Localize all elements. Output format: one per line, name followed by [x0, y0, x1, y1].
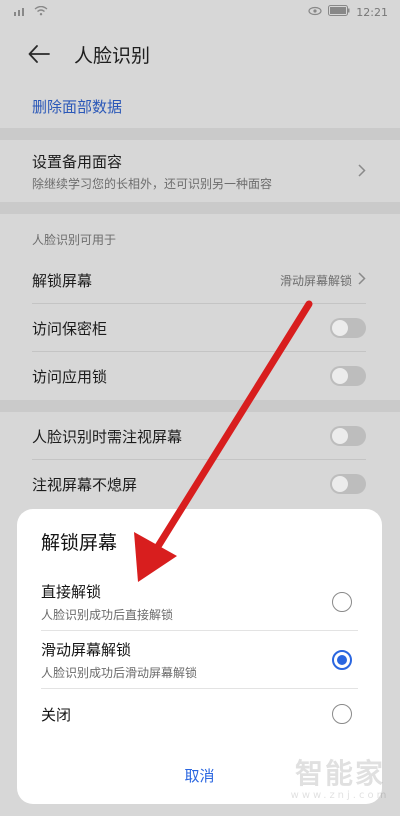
- chevron-right-icon: [358, 272, 366, 288]
- radio-button[interactable]: [332, 592, 352, 612]
- eye-comfort-icon: [308, 6, 322, 19]
- section-gap: [0, 400, 400, 412]
- watermark-url: www.znj.com: [290, 790, 390, 801]
- backup-face-item[interactable]: 设置备用面容 除继续学习您的长相外，还可识别另一种面容: [0, 140, 400, 202]
- app-bar: 人脸识别: [0, 24, 400, 84]
- unlock-screen-label: 解锁屏幕: [32, 271, 93, 290]
- option-subtitle: 人脸识别成功后滑动屏幕解锁: [41, 666, 198, 680]
- watermark-logo-text: 智能家: [294, 757, 385, 790]
- keep-screen-on-toggle[interactable]: [330, 474, 366, 494]
- option-title: 直接解锁: [41, 583, 102, 601]
- gaze-required-toggle[interactable]: [330, 426, 366, 446]
- section-gap: [0, 202, 400, 214]
- radio-button-selected[interactable]: [332, 650, 352, 670]
- app-lock-item: 访问应用锁: [0, 352, 400, 400]
- signal-icon: [14, 6, 28, 19]
- vault-access-toggle[interactable]: [330, 318, 366, 338]
- back-arrow-icon[interactable]: [28, 40, 56, 68]
- radio-button[interactable]: [332, 704, 352, 724]
- battery-icon: [328, 5, 350, 19]
- option-title: 滑动屏幕解锁: [41, 641, 132, 659]
- delete-face-data-link[interactable]: 删除面部数据: [0, 84, 400, 128]
- app-lock-toggle[interactable]: [330, 366, 366, 386]
- unlock-screen-item[interactable]: 解锁屏幕 滑动屏幕解锁: [0, 256, 400, 304]
- gaze-required-label: 人脸识别时需注视屏幕: [32, 427, 183, 446]
- option-direct-unlock[interactable]: 直接解锁 人脸识别成功后直接解锁: [41, 573, 358, 631]
- dialog-title: 解锁屏幕: [41, 531, 118, 554]
- option-title: 关闭: [41, 705, 72, 724]
- section-gap: [0, 128, 400, 140]
- vault-access-label: 访问保密柜: [32, 319, 108, 338]
- backup-face-subtitle: 除继续学习您的长相外，还可识别另一种面容: [32, 176, 273, 191]
- unlock-screen-value: 滑动屏幕解锁: [279, 273, 352, 288]
- gaze-required-item: 人脸识别时需注视屏幕: [0, 412, 400, 460]
- site-watermark: 智能家 www.znj.com: [290, 752, 390, 801]
- app-lock-label: 访问应用锁: [32, 367, 108, 386]
- status-bar: 12:21: [0, 0, 400, 24]
- keep-screen-on-item: 注视屏幕不熄屏: [0, 460, 400, 508]
- page-title: 人脸识别: [74, 44, 151, 67]
- option-off[interactable]: 关闭: [41, 689, 358, 739]
- backup-face-title: 设置备用面容: [32, 152, 123, 171]
- keep-screen-on-label: 注视屏幕不熄屏: [32, 475, 138, 494]
- option-subtitle: 人脸识别成功后直接解锁: [41, 608, 174, 622]
- chevron-right-icon: [358, 162, 366, 181]
- clock-time: 12:21: [356, 5, 388, 19]
- option-swipe-unlock[interactable]: 滑动屏幕解锁 人脸识别成功后滑动屏幕解锁: [41, 631, 358, 689]
- wifi-icon: [34, 5, 48, 19]
- vault-access-item: 访问保密柜: [0, 304, 400, 352]
- usage-section-label: 人脸识别可用于: [32, 233, 117, 247]
